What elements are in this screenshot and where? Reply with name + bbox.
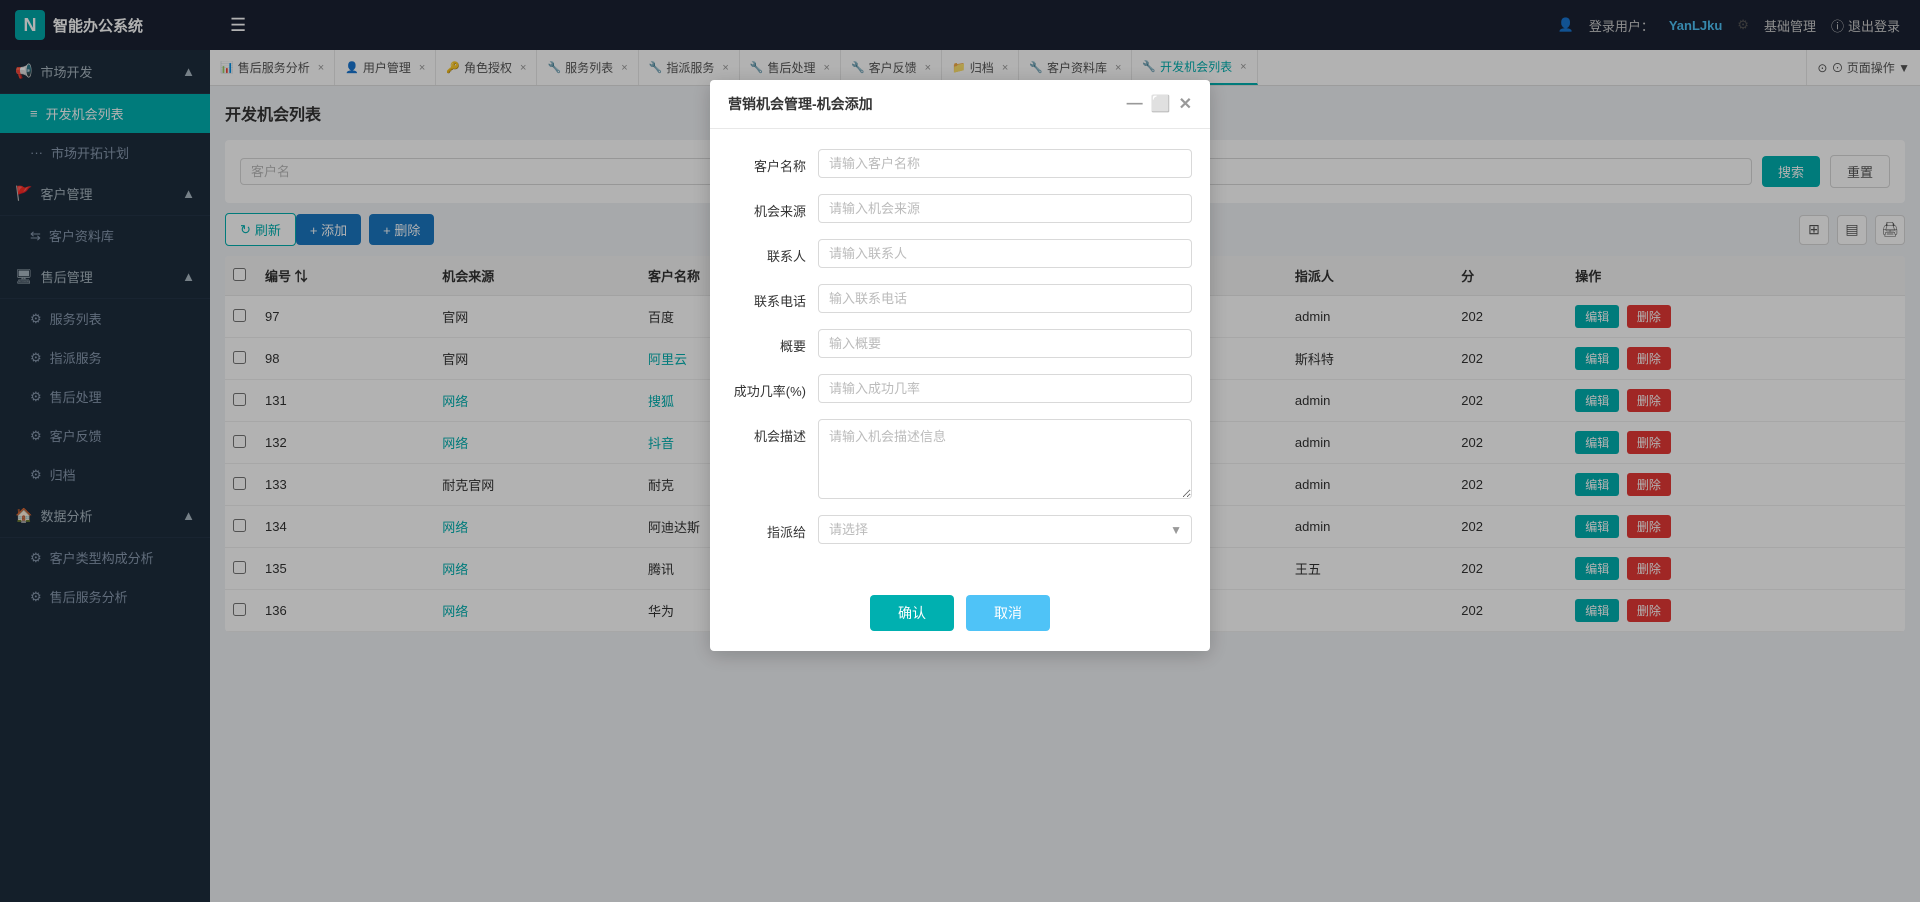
field-contact: 联系人 [728, 239, 1192, 268]
modal-minimize-btn[interactable]: — [1127, 95, 1143, 113]
contact-input[interactable] [818, 239, 1192, 268]
field-desc: 机会描述 [728, 419, 1192, 499]
rate-label: 成功几率(%) [728, 374, 818, 400]
modal-close-btn[interactable]: ✕ [1179, 94, 1192, 114]
modal-body: 客户名称 机会来源 联系人 联系电话 概要 [710, 129, 1210, 580]
modal-header-actions: — ⬜ ✕ [1127, 94, 1192, 114]
field-summary: 概要 [728, 329, 1192, 358]
phone-input[interactable] [818, 284, 1192, 313]
cancel-button[interactable]: 取消 [966, 595, 1050, 631]
customer-name-label: 客户名称 [728, 149, 818, 175]
contact-label: 联系人 [728, 239, 818, 265]
rate-input[interactable] [818, 374, 1192, 403]
assign-label: 指派给 [728, 515, 818, 541]
modal-overlay: 营销机会管理-机会添加 — ⬜ ✕ 客户名称 机会来源 联系人 [0, 0, 1920, 902]
field-phone: 联系电话 [728, 284, 1192, 313]
phone-label: 联系电话 [728, 284, 818, 310]
customer-name-input[interactable] [818, 149, 1192, 178]
modal-title: 营销机会管理-机会添加 [728, 94, 873, 114]
field-rate: 成功几率(%) [728, 374, 1192, 403]
field-assign: 指派给 请选择 ▼ [728, 515, 1192, 544]
modal-maximize-btn[interactable]: ⬜ [1151, 94, 1171, 114]
desc-textarea[interactable] [818, 419, 1192, 499]
modal-header: 营销机会管理-机会添加 — ⬜ ✕ [710, 80, 1210, 129]
assign-select[interactable]: 请选择 [818, 515, 1192, 544]
source-input[interactable] [818, 194, 1192, 223]
desc-label: 机会描述 [728, 419, 818, 445]
field-customer-name: 客户名称 [728, 149, 1192, 178]
assign-select-wrapper: 请选择 ▼ [818, 515, 1192, 544]
field-source: 机会来源 [728, 194, 1192, 223]
modal-footer: 确认 取消 [710, 580, 1210, 651]
summary-label: 概要 [728, 329, 818, 355]
confirm-button[interactable]: 确认 [870, 595, 954, 631]
summary-input[interactable] [818, 329, 1192, 358]
add-opportunity-modal: 营销机会管理-机会添加 — ⬜ ✕ 客户名称 机会来源 联系人 [710, 80, 1210, 651]
source-label: 机会来源 [728, 194, 818, 220]
